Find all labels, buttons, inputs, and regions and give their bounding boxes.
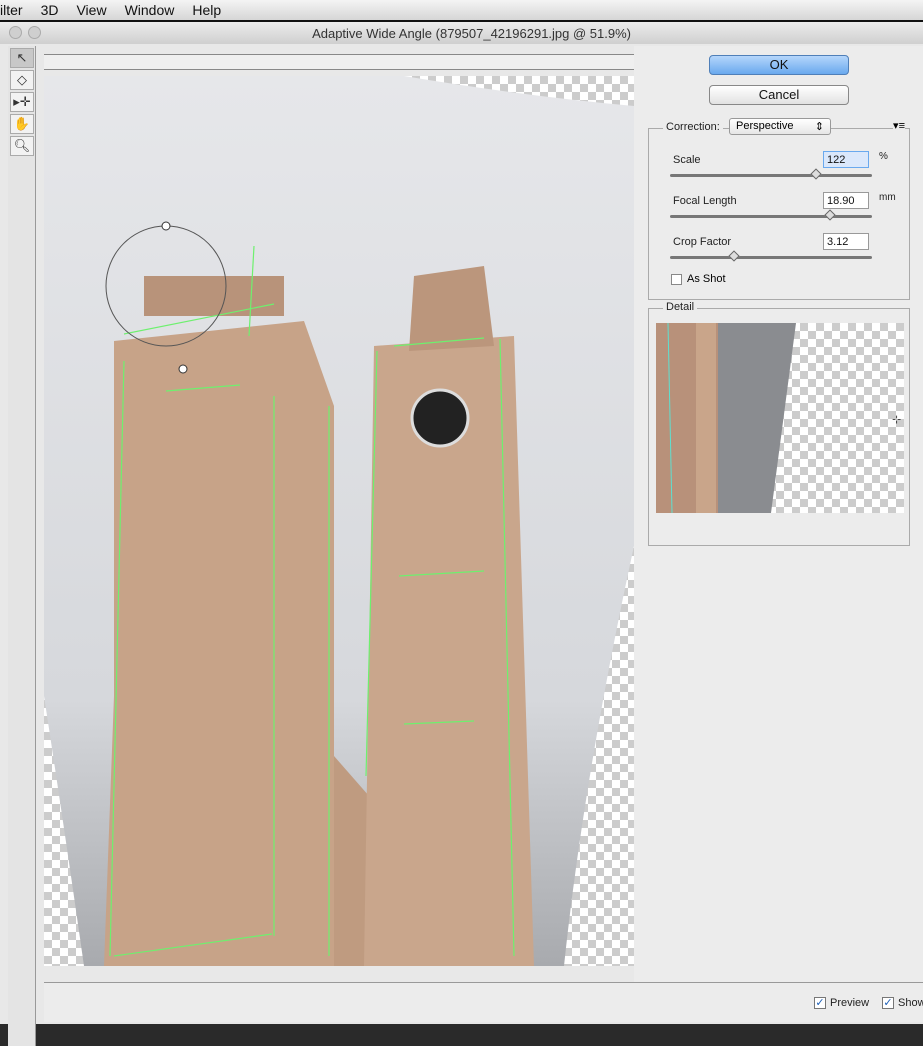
settings-panel: OK Cancel Correction: Perspective ⇕ ▾≡ Sc…: [634, 46, 923, 1001]
as-shot-checkbox-box[interactable]: [671, 273, 682, 285]
image-preview[interactable]: [44, 76, 634, 966]
show-label: Show: [898, 997, 923, 1009]
scale-field[interactable]: 122: [823, 151, 869, 168]
menu-help[interactable]: Help: [192, 2, 221, 18]
focal-length-field[interactable]: 18.90: [823, 192, 869, 209]
focal-length-unit: mm: [879, 192, 896, 203]
correction-group: Correction: Perspective ⇕ ▾≡ Scale 122 % …: [648, 118, 910, 300]
zoom-tool-icon[interactable]: 🔍︎: [10, 136, 34, 156]
focal-length-slider-thumb[interactable]: [824, 209, 836, 221]
correction-select[interactable]: Perspective ⇕: [729, 118, 831, 135]
menubar: ilter 3D View Window Help: [0, 0, 923, 20]
clock-face: [410, 388, 470, 448]
checkmark-icon: ✓: [814, 997, 826, 1009]
hand-tool-icon[interactable]: ✋: [10, 114, 34, 134]
move-tool-icon[interactable]: ▸✛: [10, 92, 34, 112]
panel-menu-icon[interactable]: ▾≡: [893, 119, 905, 132]
bottom-bar: ✓ Preview ✓ Show: [44, 982, 923, 1022]
close-window-button[interactable]: [9, 26, 22, 39]
select-arrows-icon: ⇕: [814, 121, 824, 133]
window-title: Adaptive Wide Angle (879507_42196291.jpg…: [312, 26, 631, 41]
detail-loupe: ⊹: [656, 323, 904, 513]
cancel-button[interactable]: Cancel: [709, 85, 849, 105]
preview-canvas[interactable]: [44, 46, 634, 986]
detail-label: Detail: [663, 301, 698, 313]
as-shot-label: As Shot: [687, 273, 726, 285]
polygon-constraint-tool-icon[interactable]: ◇: [10, 70, 34, 90]
minimize-window-button[interactable]: [28, 26, 41, 39]
show-checkbox[interactable]: ✓ Show: [882, 997, 923, 1009]
preview-label: Preview: [830, 997, 870, 1009]
focal-length-label: Focal Length: [673, 195, 737, 207]
ok-button[interactable]: OK: [709, 55, 849, 75]
preview-checkbox[interactable]: ✓ Preview: [814, 997, 869, 1009]
scale-slider-thumb[interactable]: [810, 168, 822, 180]
options-bar: [44, 54, 634, 70]
crop-factor-slider[interactable]: [670, 250, 872, 262]
svg-text:⊹: ⊹: [892, 414, 901, 426]
menu-view[interactable]: View: [76, 2, 106, 18]
focal-length-slider[interactable]: [670, 209, 872, 221]
scale-slider[interactable]: [670, 168, 872, 180]
menu-3d[interactable]: 3D: [41, 2, 59, 18]
menu-filter[interactable]: ilter: [0, 2, 23, 18]
title-bar: Adaptive Wide Angle (879507_42196291.jpg…: [0, 20, 923, 44]
left-tower-top: [144, 276, 284, 316]
constraint-tool-icon[interactable]: ↖: [10, 48, 34, 68]
left-tower: [104, 321, 334, 966]
rotation-handle[interactable]: [161, 221, 171, 231]
as-shot-checkbox[interactable]: As Shot: [671, 273, 726, 285]
crop-factor-label: Crop Factor: [673, 236, 732, 248]
crop-factor-slider-thumb[interactable]: [728, 250, 740, 262]
menu-window[interactable]: Window: [125, 2, 175, 18]
constraint-point[interactable]: [178, 364, 188, 374]
scale-unit: %: [879, 151, 888, 162]
detail-group: Detail ⊹: [648, 301, 910, 546]
checkmark-icon: ✓: [882, 997, 894, 1009]
correction-label: Correction:: [663, 121, 723, 133]
scale-label: Scale: [673, 154, 701, 166]
toolbox: ↖ ◇ ▸✛ ✋ 🔍︎: [8, 46, 36, 1046]
adaptive-wide-angle-dialog: Adaptive Wide Angle (879507_42196291.jpg…: [0, 20, 923, 1046]
crop-factor-field[interactable]: 3.12: [823, 233, 869, 250]
correction-value: Perspective: [736, 120, 794, 132]
